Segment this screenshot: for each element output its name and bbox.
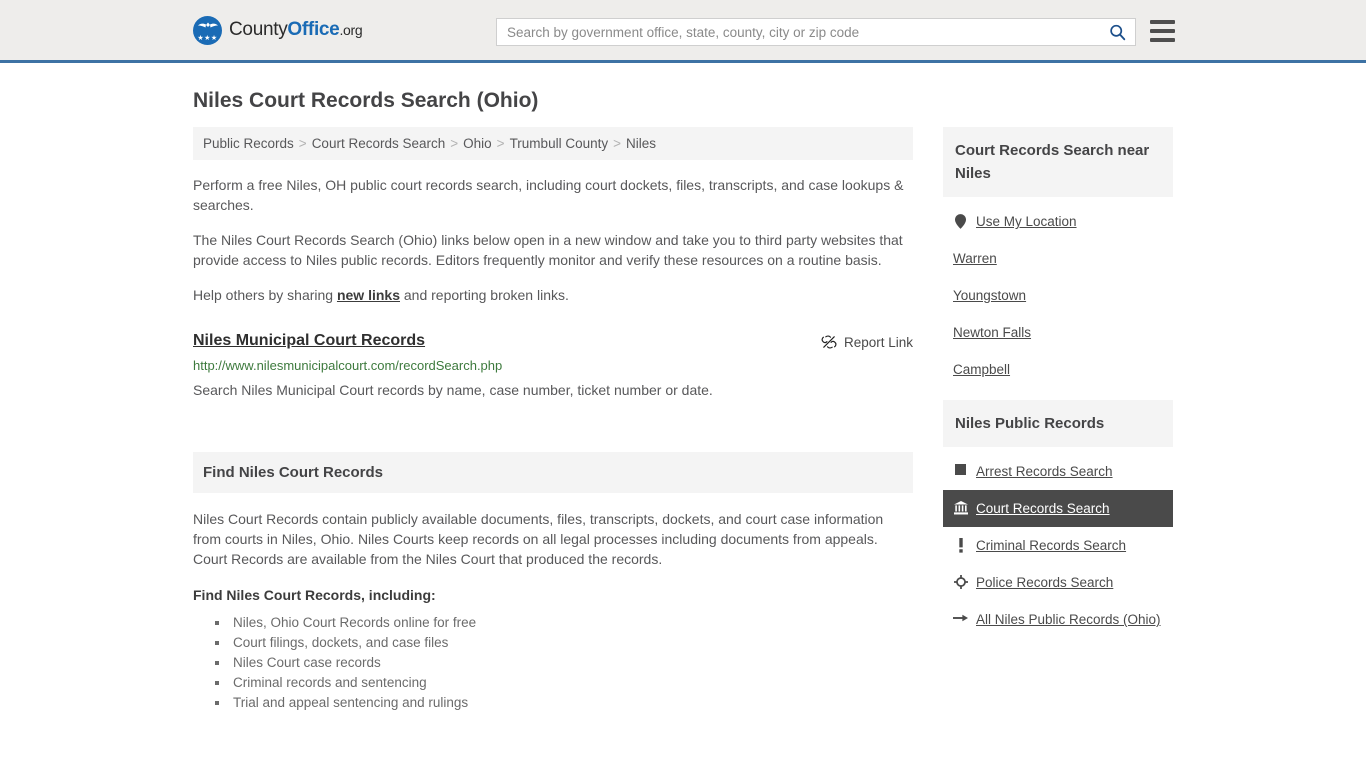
breadcrumb-item-ohio[interactable]: Ohio bbox=[463, 136, 492, 151]
target-icon bbox=[953, 573, 968, 589]
sidebar-public-records-heading: Niles Public Records bbox=[943, 400, 1173, 447]
sidebar-item-label: Police Records Search bbox=[976, 575, 1114, 590]
sidebar-near-heading: Court Records Search near Niles bbox=[943, 127, 1173, 197]
logo-eagle-badge-icon: ★★★ bbox=[193, 15, 222, 45]
menu-button[interactable] bbox=[1150, 20, 1175, 42]
map-pin-icon bbox=[953, 212, 968, 229]
sidebar-item-label: Newton Falls bbox=[953, 325, 1032, 340]
breadcrumb-separator: > bbox=[496, 136, 505, 151]
sidebar-item-label: Court Records Search bbox=[976, 501, 1110, 516]
exclamation-icon bbox=[953, 536, 968, 553]
sidebar-item-campbell[interactable]: Campbell bbox=[943, 351, 1173, 388]
share-text-after: and reporting broken links. bbox=[400, 287, 569, 303]
list-item: Court filings, dockets, and case files bbox=[215, 633, 913, 653]
logo-text-org: .org bbox=[339, 22, 363, 38]
intro-paragraph-2: The Niles Court Records Search (Ohio) li… bbox=[193, 232, 903, 268]
sidebar-item-label: Arrest Records Search bbox=[976, 464, 1113, 479]
eagle-icon bbox=[197, 22, 218, 27]
intro-paragraph-1: Perform a free Niles, OH public court re… bbox=[193, 177, 904, 213]
sidebar-item-use-my-location[interactable]: Use My Location bbox=[943, 203, 1173, 240]
breadcrumb: Public Records > Court Records Search > … bbox=[193, 127, 913, 160]
breadcrumb-item-court-records-search[interactable]: Court Records Search bbox=[312, 136, 446, 151]
sidebar-public-records-list: Arrest Records Search Court Records Sear… bbox=[943, 447, 1173, 638]
logo-wordmark: CountyOffice.org bbox=[229, 19, 363, 41]
sidebar-item-label: Use My Location bbox=[976, 214, 1077, 229]
search-bar[interactable] bbox=[496, 18, 1136, 46]
main-content: Public Records > Court Records Search > … bbox=[193, 127, 913, 713]
logo-stars: ★★★ bbox=[197, 34, 218, 42]
sidebar-item-label: Campbell bbox=[953, 362, 1011, 377]
breadcrumb-item-niles[interactable]: Niles bbox=[626, 136, 656, 151]
sidebar-item-label: Warren bbox=[953, 251, 997, 266]
sidebar-item-arrest-records-search[interactable]: Arrest Records Search bbox=[943, 453, 1173, 490]
sidebar-item-label: All Niles Public Records (Ohio) bbox=[976, 612, 1161, 627]
share-text-before: Help others by sharing bbox=[193, 287, 337, 303]
courthouse-icon bbox=[953, 499, 968, 515]
search-input[interactable] bbox=[497, 24, 1099, 40]
find-records-subheading: Find Niles Court Records, including: bbox=[193, 587, 436, 603]
sidebar-item-warren[interactable]: Warren bbox=[943, 240, 1173, 277]
report-link-button[interactable]: Report Link bbox=[821, 332, 913, 350]
breadcrumb-separator: > bbox=[450, 136, 459, 151]
new-links-link[interactable]: new links bbox=[337, 287, 400, 303]
broken-link-icon bbox=[821, 335, 837, 349]
page-container: Niles Court Records Search (Ohio) Public… bbox=[0, 89, 1366, 713]
sidebar-item-label: Youngstown bbox=[953, 288, 1027, 303]
sidebar-item-police-records-search[interactable]: Police Records Search bbox=[943, 564, 1173, 601]
arrow-right-icon bbox=[953, 610, 968, 624]
sidebar-item-youngstown[interactable]: Youngstown bbox=[943, 277, 1173, 314]
site-logo[interactable]: ★★★ CountyOffice.org bbox=[193, 15, 363, 45]
sidebar-near-box: Court Records Search near Niles Use My L… bbox=[943, 127, 1173, 388]
list-item: Trial and appeal sentencing and rulings bbox=[215, 693, 913, 713]
page-title: Niles Court Records Search (Ohio) bbox=[193, 89, 539, 112]
content-columns: Public Records > Court Records Search > … bbox=[193, 127, 1173, 713]
result-item: Niles Municipal Court Records Report Lin… bbox=[193, 332, 913, 400]
breadcrumb-separator: > bbox=[298, 136, 307, 151]
sidebar-item-court-records-search[interactable]: Court Records Search bbox=[943, 490, 1173, 527]
sidebar-item-label: Criminal Records Search bbox=[976, 538, 1127, 553]
list-item: Niles Court case records bbox=[215, 653, 913, 673]
logo-text-office: Office bbox=[287, 19, 340, 40]
sidebar-item-newton-falls[interactable]: Newton Falls bbox=[943, 314, 1173, 351]
result-title-link[interactable]: Niles Municipal Court Records bbox=[193, 332, 425, 350]
hamburger-bar-3 bbox=[1150, 38, 1175, 42]
site-header: ★★★ CountyOffice.org bbox=[0, 0, 1366, 63]
find-records-bullet-list: Niles, Ohio Court Records online for fre… bbox=[193, 613, 913, 713]
find-records-paragraph: Niles Court Records contain publicly ava… bbox=[193, 511, 884, 567]
result-description: Search Niles Municipal Court records by … bbox=[193, 382, 713, 398]
sidebar-public-records-box: Niles Public Records Arrest Records Sear… bbox=[943, 400, 1173, 638]
intro-paragraph-3: Help others by sharing new links and rep… bbox=[193, 285, 913, 305]
find-records-heading: Find Niles Court Records bbox=[193, 452, 913, 493]
result-header-row: Niles Municipal Court Records Report Lin… bbox=[193, 332, 913, 350]
result-url-link[interactable]: http://www.nilesmunicipalcourt.com/recor… bbox=[193, 358, 913, 373]
sidebar: Court Records Search near Niles Use My L… bbox=[943, 127, 1173, 713]
list-item: Niles, Ohio Court Records online for fre… bbox=[215, 613, 913, 633]
logo-text-county: County bbox=[229, 19, 288, 40]
list-item: Criminal records and sentencing bbox=[215, 673, 913, 693]
hamburger-bar-2 bbox=[1150, 29, 1175, 33]
square-icon bbox=[953, 462, 968, 475]
sidebar-item-criminal-records-search[interactable]: Criminal Records Search bbox=[943, 527, 1173, 564]
report-link-label: Report Link bbox=[843, 334, 913, 350]
breadcrumb-item-public-records[interactable]: Public Records bbox=[203, 136, 294, 151]
hamburger-bar-1 bbox=[1150, 20, 1175, 24]
sidebar-item-all-niles-public-records[interactable]: All Niles Public Records (Ohio) bbox=[943, 601, 1173, 638]
search-button[interactable] bbox=[1099, 19, 1135, 45]
sidebar-near-list: Use My Location Warren Youngstown Newton… bbox=[943, 197, 1173, 388]
breadcrumb-separator: > bbox=[613, 136, 621, 151]
breadcrumb-item-trumbull-county[interactable]: Trumbull County bbox=[510, 136, 609, 151]
search-icon bbox=[1109, 24, 1125, 40]
